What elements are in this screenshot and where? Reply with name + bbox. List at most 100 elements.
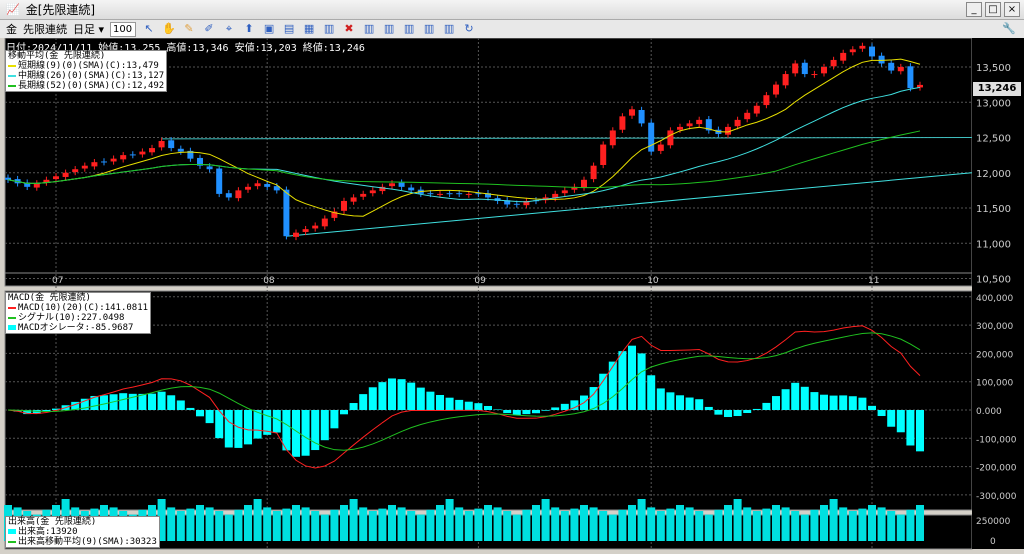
volume-bar — [877, 507, 886, 541]
candle-body — [62, 172, 69, 177]
pencil-icon[interactable]: ✎ — [182, 22, 196, 36]
candle-body — [753, 105, 760, 114]
volume-swatch — [8, 529, 16, 534]
candle-body — [360, 193, 367, 197]
macd-tick-label: -200,000 — [976, 464, 1017, 474]
chart-area[interactable]: 13,500 13,000 12,500 12,000 11,500 11,000 10,5… — [0, 38, 1024, 554]
oscillator-bar — [493, 409, 502, 410]
price-tick-label: 11,000 — [976, 239, 1011, 250]
hand-icon[interactable]: ✋ — [162, 22, 176, 36]
volume-bar — [704, 514, 713, 541]
candle-body — [792, 63, 799, 74]
oscillator-bar — [608, 361, 617, 410]
candle-body — [321, 218, 328, 227]
bar-chart-2-icon[interactable]: ▥ — [382, 22, 396, 36]
oscillator-bar — [522, 410, 531, 415]
volume-legend[interactable]: 出来高(金 先限連続) 出来高:13920 出来高移動平均(9)(SMA):30… — [5, 516, 160, 548]
candle-body — [369, 190, 376, 194]
candle-body — [609, 130, 616, 146]
volume-bar — [330, 509, 339, 541]
candle-body — [53, 176, 59, 180]
volume-tick-label: 0 — [990, 537, 996, 547]
month-label: 09 — [474, 276, 486, 286]
refresh-icon[interactable]: ↻ — [462, 22, 476, 36]
delete-chart-icon[interactable]: ✖ — [342, 22, 356, 36]
grid-icon[interactable]: ▤ — [282, 22, 296, 36]
oscillator-bar — [378, 382, 387, 410]
volume-bar — [848, 511, 857, 541]
price-tick-label: 12,500 — [976, 134, 1011, 145]
bar-chart-4-icon[interactable]: ▥ — [422, 22, 436, 36]
up-circle-icon[interactable]: ⬆ — [242, 22, 256, 36]
candle-body — [590, 165, 597, 180]
mid-ma-swatch — [8, 74, 16, 77]
volume-bar — [167, 507, 176, 541]
candle-body — [648, 122, 655, 152]
price-tick-label: 13,000 — [976, 98, 1011, 109]
candle-body — [638, 110, 645, 124]
macd-tick-label: 200,000 — [976, 350, 1013, 360]
volume-bar — [733, 499, 742, 541]
candle-body — [216, 168, 223, 194]
ma-legend[interactable]: 移動平均(金 先限連続) 短期線(9)(0)(SMA)(C):13,479 中期… — [5, 50, 168, 92]
candle-body — [763, 95, 770, 106]
bar-chart-3-icon[interactable]: ▥ — [402, 22, 416, 36]
contract-button[interactable]: 先限連続 — [23, 21, 67, 37]
date-axis — [4, 272, 973, 287]
candle-body — [878, 55, 885, 64]
candle-body — [897, 67, 904, 72]
volume-bar — [589, 507, 598, 541]
volume-bar — [628, 505, 636, 541]
volume-bar — [570, 508, 579, 541]
candle-body — [686, 123, 693, 127]
volume-bar — [311, 511, 320, 541]
draw-icon[interactable]: ✐ — [202, 22, 216, 36]
candle-body — [312, 225, 319, 229]
bar-chart-icon[interactable]: ▥ — [322, 22, 336, 36]
symbol-button[interactable]: 金 — [6, 21, 17, 37]
crosshair-icon[interactable]: ⌖ — [222, 22, 236, 36]
volume-bar — [445, 499, 454, 541]
candle-body — [456, 193, 463, 195]
period-dropdown[interactable]: 日足 ▾ — [73, 21, 104, 37]
candle-body — [734, 119, 741, 127]
oscillator-bar — [205, 410, 214, 424]
oscillator-bar — [695, 399, 704, 410]
close-button[interactable]: × — [1004, 2, 1020, 17]
volume-bar — [724, 505, 732, 541]
oscillator-bar — [896, 410, 905, 433]
oscillator-bar — [244, 410, 252, 445]
macd-legend-title: MACD(金 先限連続) — [8, 293, 91, 303]
oscillator-bar — [474, 403, 483, 410]
oscillator-bar — [820, 394, 828, 410]
oscillator-bar — [541, 410, 550, 411]
candle-body — [33, 183, 40, 188]
candle-body — [667, 130, 674, 146]
macd-legend[interactable]: MACD(金 先限連続) MACD(10)(20)(C):141.0811 シグ… — [5, 292, 152, 334]
toolbar: 金 先限連続 日足 ▾ 100 ↖ ✋ ✎ ✐ ⌖ ⬆ ▣ ▤ ▦ ▥ ✖ ▥ … — [0, 20, 1024, 38]
candle-body — [917, 84, 923, 88]
volume-bar — [580, 505, 588, 541]
minimize-button[interactable]: _ — [966, 2, 982, 17]
pointer-icon[interactable]: ↖ — [142, 22, 156, 36]
oscillator-bar — [484, 405, 492, 410]
volume-bar — [743, 507, 752, 541]
candle-body — [696, 119, 703, 125]
volume-bar — [791, 511, 800, 541]
chart-icon[interactable]: ▣ — [262, 22, 276, 36]
macd-tick-label: 100,000 — [976, 379, 1013, 389]
bar-chart-1-icon[interactable]: ▥ — [362, 22, 376, 36]
maximize-button[interactable]: □ — [985, 2, 1001, 17]
candle-body — [744, 112, 751, 120]
oscillator-bar — [148, 393, 156, 410]
volume-legend-title: 出来高(金 先限連続) — [8, 517, 97, 527]
settings-wrench-icon[interactable]: 🔧 — [1002, 22, 1016, 36]
volume-bar — [320, 514, 329, 541]
candle-body — [849, 49, 856, 53]
oscillator-bar — [743, 410, 752, 413]
candle-body — [513, 203, 520, 205]
bar-chart-5-icon[interactable]: ▥ — [442, 22, 456, 36]
bar-count-input[interactable]: 100 — [110, 21, 137, 37]
table-icon[interactable]: ▦ — [302, 22, 316, 36]
oscillator-bar — [829, 395, 838, 410]
